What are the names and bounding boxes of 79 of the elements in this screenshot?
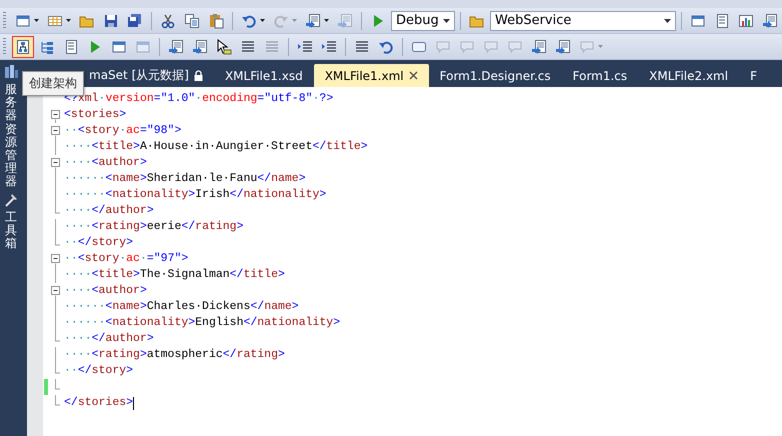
code-line: ····</author> <box>64 331 154 347</box>
page-arrow-icon <box>168 38 184 54</box>
speech-icon <box>483 38 499 54</box>
document-tab[interactable]: XMLFile2.xml <box>638 64 740 87</box>
save-icon <box>103 12 119 28</box>
dropdown[interactable]: Debug <box>391 10 455 30</box>
speech-icon <box>579 38 595 54</box>
chart-icon <box>738 12 754 28</box>
side-tab[interactable]: 服务器资源管理器 <box>5 83 17 188</box>
window-icon <box>111 38 127 54</box>
dropdown[interactable]: WebService <box>490 10 676 30</box>
page-arrow-icon <box>555 38 571 54</box>
caret-icon <box>66 19 71 22</box>
code-line: ····<author> <box>64 283 147 299</box>
caret-icon <box>598 45 603 48</box>
caret-icon <box>292 19 297 22</box>
page-arrow-icon <box>305 12 321 28</box>
code-line: ··</story> <box>64 235 134 251</box>
grip-handle[interactable] <box>3 38 6 55</box>
page-arrow-icon <box>337 12 353 28</box>
document-tab[interactable]: F <box>739 64 768 87</box>
lines-icon <box>264 38 280 54</box>
lines-icon <box>240 38 256 54</box>
collapse-icon[interactable] <box>51 251 60 267</box>
page-arrow-icon <box>192 38 208 54</box>
collapse-icon[interactable] <box>51 107 60 123</box>
hammer-icon <box>3 192 19 208</box>
grip-handle[interactable] <box>3 12 6 29</box>
code-line: ····<rating>eerie</rating> <box>64 219 244 235</box>
code-line: ··<story·ac="98"> <box>64 123 182 139</box>
window-icon <box>15 12 31 28</box>
page-arrow-icon <box>762 12 778 28</box>
document-tab[interactable]: XMLFile1.xml <box>314 64 429 87</box>
code-line: ····</author> <box>64 203 154 219</box>
collapse-icon[interactable] <box>51 123 60 139</box>
code-line: ··<story·ac·="97"> <box>64 251 188 267</box>
page-icon <box>714 12 730 28</box>
code-line: ····<rating>atmospheric</rating> <box>64 347 285 363</box>
code-line: ····<author> <box>64 155 147 171</box>
caret-icon <box>443 18 450 22</box>
indent-icon <box>321 38 337 54</box>
page-icon <box>63 38 79 54</box>
code-line: ······<nationality>Irish</nationality> <box>64 187 326 203</box>
indent-icon <box>297 38 313 54</box>
window-icon <box>690 12 706 28</box>
document-tab[interactable]: Form1.Designer.cs <box>428 64 562 87</box>
caret-icon <box>324 19 329 22</box>
save-all-icon <box>127 12 143 28</box>
code-line: ····<title>The·Signalman</title> <box>64 267 285 283</box>
code-line: ··</story> <box>64 363 134 379</box>
close-icon[interactable] <box>408 71 418 80</box>
speech-icon <box>435 38 451 54</box>
speech-icon <box>459 38 475 54</box>
caret-icon <box>34 19 39 22</box>
clipboard-icon <box>208 12 224 28</box>
code-line: ······<nationality>English</nationality> <box>64 315 340 331</box>
code-line: ····<title>A·House·in·Aungier·Street</title> <box>64 139 368 155</box>
server-icon <box>3 64 19 80</box>
caret-icon <box>664 18 671 22</box>
diagram-icon <box>15 38 31 54</box>
document-tab[interactable]: Form1.cs <box>562 64 638 87</box>
code-line: <stories> <box>64 107 126 123</box>
scissors-icon <box>160 12 176 28</box>
copy-icon <box>184 12 200 28</box>
speech-icon <box>507 38 523 54</box>
document-tab[interactable]: XMLFile1.xsd <box>214 64 314 87</box>
page-arrow-icon <box>531 38 547 54</box>
caret-icon <box>260 19 265 22</box>
cursor-icon <box>216 38 232 54</box>
side-tab[interactable]: 工具箱 <box>5 210 17 250</box>
collapse-icon[interactable] <box>51 283 60 299</box>
code-line: ······<name>Charles·Dickens</name> <box>64 299 299 315</box>
collapse-icon[interactable] <box>51 155 60 171</box>
tooltip: 创建架构 <box>22 71 84 96</box>
window-icon <box>135 38 151 54</box>
code-line: </stories> <box>64 395 134 411</box>
code-line: ······<name>Sheridan·le·Fanu</name> <box>64 171 306 187</box>
toolbar-button[interactable] <box>12 36 34 58</box>
lines-icon <box>354 38 370 54</box>
